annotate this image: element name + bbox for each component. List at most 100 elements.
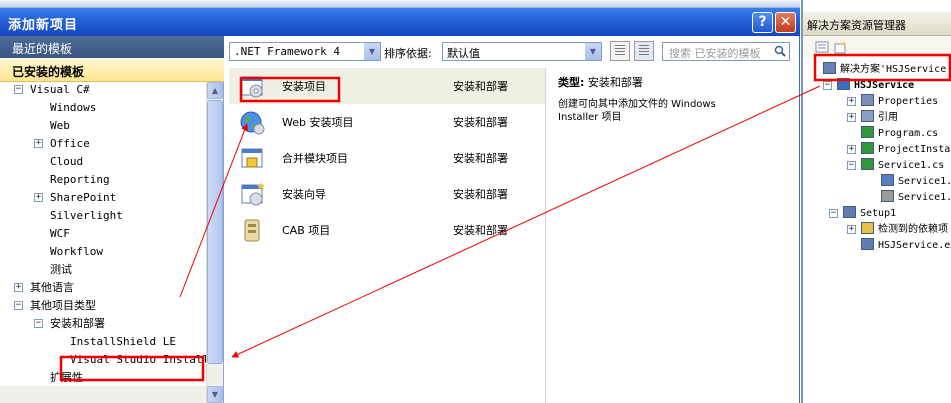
solution-tree-item[interactable]: HSJService.ex: [861, 238, 951, 254]
tree-item-label: 安装和部署: [50, 317, 105, 330]
sort-dropdown[interactable]: 默认值 ▼: [442, 42, 602, 61]
tree-item[interactable]: Windows: [50, 99, 96, 117]
search-input[interactable]: 搜索 已安装的模板: [662, 42, 790, 61]
template-row[interactable]: CAB 项目 安装和部署: [229, 212, 545, 248]
tree-item-label: Cloud: [50, 155, 84, 168]
tree-item[interactable]: 扩展性: [50, 369, 83, 387]
tree-item[interactable]: − 安装和部署: [34, 315, 105, 333]
csharp-file-icon: [861, 126, 874, 138]
setup-wizard-icon: [241, 182, 265, 206]
template-name: CAB 项目: [282, 224, 331, 237]
solution-tree-item[interactable]: + 引用: [847, 110, 898, 126]
collapse-icon[interactable]: −: [14, 301, 23, 310]
tree-horizontal-scrollbar[interactable]: [0, 386, 206, 403]
list-view-icon: [639, 45, 649, 57]
expand-icon[interactable]: +: [847, 97, 856, 106]
setup-project-icon: [843, 206, 856, 218]
expand-icon[interactable]: +: [847, 145, 856, 154]
medium-icons-view-button[interactable]: [610, 41, 630, 61]
solution-tree-label: Service1.cs: [878, 160, 945, 171]
expand-icon[interactable]: +: [14, 283, 23, 292]
tree-item[interactable]: Workflow: [50, 243, 103, 261]
expand-icon[interactable]: +: [847, 113, 856, 122]
close-button[interactable]: ✕: [775, 12, 796, 33]
cab-project-icon: [244, 219, 260, 242]
solution-tree-label: Service1.D: [898, 176, 951, 187]
solution-tree-label: Program.cs: [878, 128, 939, 139]
tree-item[interactable]: WCF: [50, 225, 70, 243]
tree-item-label: Office: [50, 137, 90, 150]
tree-item[interactable]: Cloud: [50, 153, 83, 171]
collapse-icon[interactable]: −: [829, 209, 838, 218]
solution-tree-label: HSJService.ex: [878, 240, 951, 251]
solution-tree-item[interactable]: − Service1.cs: [847, 158, 945, 174]
tree-item[interactable]: − Visual C#: [14, 82, 90, 99]
tree-item[interactable]: InstallShield LE: [70, 333, 176, 351]
tree-item[interactable]: − 其他项目类型: [14, 297, 96, 315]
tree-item-label: Reporting: [50, 173, 110, 186]
template-list: 安装项目 安装和部署 Web 安装项目 安装和部署 合并模块项目 安装和部署 安装向导 安装和…: [229, 68, 545, 403]
template-row[interactable]: 安装向导 安装和部署: [229, 176, 545, 212]
solution-icon: [823, 62, 836, 74]
installed-templates-header[interactable]: 已安装的模板: [0, 58, 224, 82]
template-row[interactable]: 合并模块项目 安装和部署: [229, 140, 545, 176]
framework-dropdown[interactable]: .NET Framework 4 ▼: [229, 42, 381, 61]
solution-tree-label: Setup1: [860, 208, 897, 219]
tree-item[interactable]: Silverlight: [50, 207, 123, 225]
references-icon: [861, 110, 874, 122]
dialog-title-bar[interactable]: 添加新项目 ? ✕: [0, 8, 800, 36]
scroll-up-button[interactable]: ▲: [207, 82, 223, 99]
tree-item[interactable]: Reporting: [50, 171, 110, 189]
tree-item[interactable]: Web: [50, 117, 70, 135]
tree-item[interactable]: + SharePoint: [34, 189, 116, 207]
chevron-down-icon: ▼: [364, 43, 380, 60]
web-setup-icon: [240, 111, 265, 135]
expand-icon[interactable]: +: [34, 193, 43, 202]
tree-item-label: Visual Studio Installer: [70, 353, 206, 366]
template-tree: − Visual C# Windows Web + Office Cloud Reportin…: [0, 82, 206, 403]
tree-item[interactable]: 测试: [50, 261, 72, 279]
tree-item[interactable]: + 其他语言: [14, 279, 74, 297]
collapse-icon[interactable]: −: [34, 319, 43, 328]
solution-tree-item[interactable]: + ProjectInstal: [847, 142, 951, 158]
template-type: 类型: 安装和部署: [558, 76, 643, 89]
csharp-file-icon: [861, 142, 874, 154]
scroll-down-button[interactable]: ▼: [207, 386, 223, 403]
solution-tree-item[interactable]: − Setup1: [829, 206, 897, 222]
collapse-icon[interactable]: −: [14, 85, 23, 94]
template-row[interactable]: 安装项目 安装和部署: [229, 68, 545, 104]
tree-item[interactable]: Visual Studio Installer: [70, 351, 206, 369]
properties-icon[interactable]: [815, 40, 831, 54]
solution-tree-item[interactable]: Service1.r: [881, 190, 951, 206]
tree-item-label: 其他项目类型: [30, 299, 96, 312]
scroll-thumb[interactable]: [207, 100, 223, 364]
solution-tree-item[interactable]: + 检测到的依赖项: [847, 222, 948, 238]
tree-item[interactable]: + Office: [34, 135, 90, 153]
solution-tree-item[interactable]: Service1.D: [881, 174, 951, 190]
collapse-icon[interactable]: −: [847, 161, 856, 170]
help-button[interactable]: ?: [752, 12, 773, 33]
tree-vertical-scrollbar[interactable]: ▲ ▼: [206, 82, 223, 403]
solution-tree-label: 引用: [878, 112, 898, 123]
expand-icon[interactable]: +: [847, 225, 856, 234]
expand-icon[interactable]: +: [34, 139, 43, 148]
template-name: 安装向导: [282, 188, 326, 201]
solution-explorer-toolbar: [803, 36, 951, 58]
tree-item-label: WCF: [50, 227, 70, 240]
recent-templates-header[interactable]: 最近的模板: [0, 36, 224, 58]
template-description-pane: 类型: 安装和部署 创建可向其中添加文件的 Windows Installer …: [545, 68, 799, 403]
template-row[interactable]: Web 安装项目 安装和部署: [229, 104, 545, 140]
setup-project-icon: [241, 76, 263, 98]
resource-file-icon: [881, 190, 894, 202]
template-category: 安装和部署: [453, 224, 508, 237]
tree-item-label: Visual C#: [30, 83, 90, 96]
solution-tree-item[interactable]: 解决方案'HSJService': [823, 62, 951, 78]
solution-tree-item[interactable]: + Properties: [847, 94, 938, 110]
details-view-button[interactable]: [634, 41, 654, 61]
solution-tree-item[interactable]: − HSJService: [823, 78, 914, 94]
solution-tree-item[interactable]: Program.cs: [861, 126, 938, 142]
template-description: 创建可向其中添加文件的 Windows Installer 项目: [558, 99, 716, 123]
collapse-icon[interactable]: −: [823, 81, 832, 90]
show-all-files-icon[interactable]: [833, 40, 849, 54]
search-icon[interactable]: [774, 45, 786, 57]
